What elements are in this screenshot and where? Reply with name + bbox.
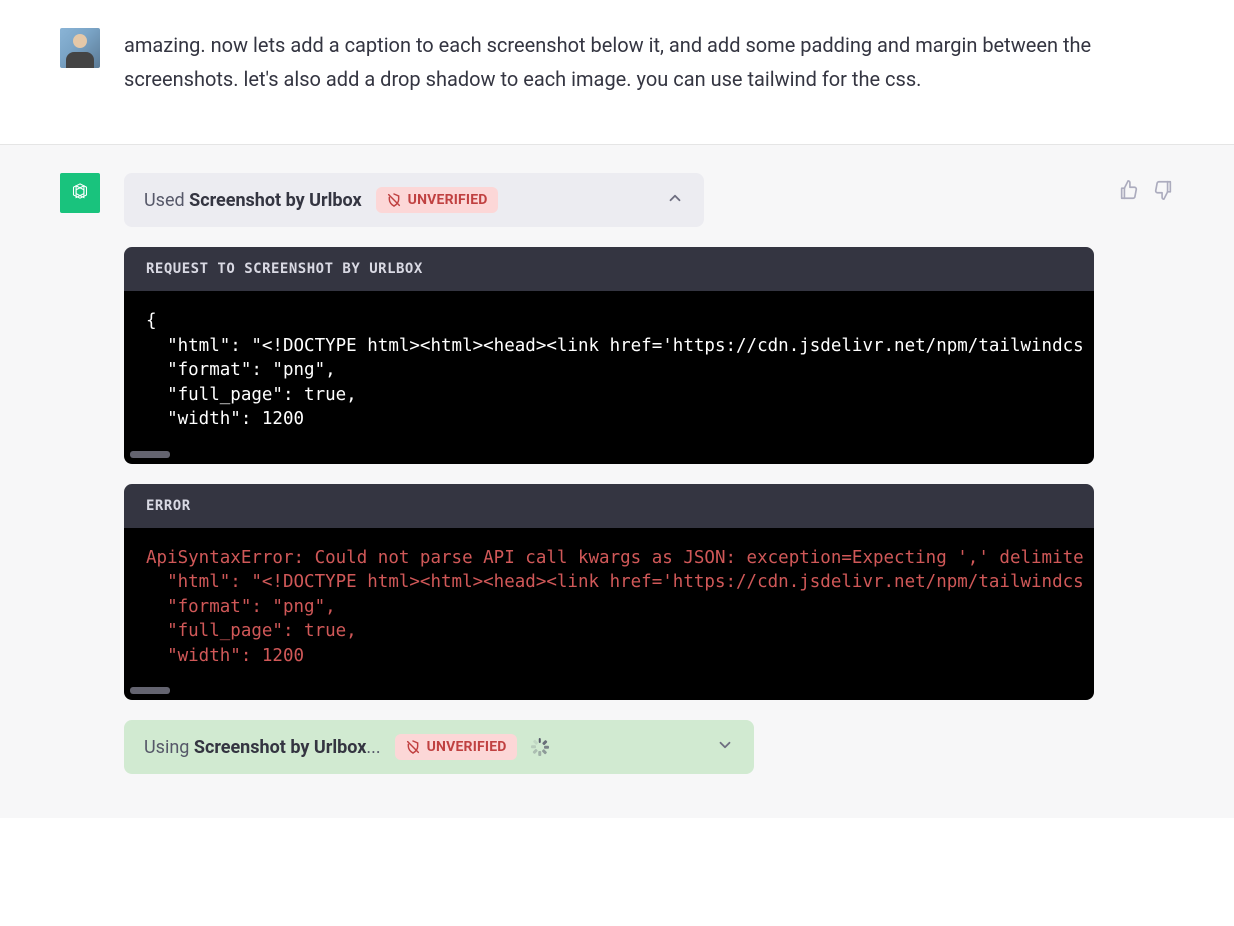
user-avatar [60, 28, 100, 68]
assistant-content: Used Screenshot by Urlbox UNVERIFIED REQ… [124, 173, 1094, 794]
openai-icon [67, 180, 93, 206]
plugin-used-prefix: Used [144, 190, 189, 211]
collapse-toggle[interactable] [666, 189, 684, 211]
plugin-using-prefix: Using [144, 737, 194, 758]
plugin-using-label: Using Screenshot by Urlbox... [144, 737, 381, 758]
feedback-buttons [1118, 173, 1174, 794]
chevron-up-icon [666, 189, 684, 207]
request-block: REQUEST TO SCREENSHOT BY URLBOX { "html"… [124, 247, 1094, 464]
expand-toggle[interactable] [716, 736, 734, 758]
assistant-avatar [60, 173, 100, 213]
thumbs-up-icon[interactable] [1118, 179, 1140, 201]
plugin-used-name: Screenshot by Urlbox [189, 190, 362, 211]
error-block: ERROR ApiSyntaxError: Could not parse AP… [124, 484, 1094, 701]
unverified-badge: UNVERIFIED [376, 187, 498, 213]
shield-off-icon [405, 739, 421, 755]
plugin-using-card[interactable]: Using Screenshot by Urlbox... UNVERIFIED [124, 720, 754, 774]
unverified-badge-text: UNVERIFIED [408, 192, 488, 208]
user-message-content: amazing. now lets add a caption to each … [124, 28, 1174, 96]
unverified-badge: UNVERIFIED [395, 734, 517, 760]
user-message-row: amazing. now lets add a caption to each … [0, 0, 1234, 145]
plugin-used-card[interactable]: Used Screenshot by Urlbox UNVERIFIED [124, 173, 704, 227]
plugin-using-suffix: ... [366, 737, 380, 758]
loading-spinner-icon [531, 738, 549, 756]
request-body[interactable]: { "html": "<!DOCTYPE html><html><head><l… [124, 291, 1094, 464]
plugin-using-name: Screenshot by Urlbox [194, 737, 367, 758]
chevron-down-icon [716, 736, 734, 754]
request-header: REQUEST TO SCREENSHOT BY URLBOX [124, 247, 1094, 291]
scrollbar-thumb[interactable] [130, 451, 170, 458]
error-header: ERROR [124, 484, 1094, 528]
thumbs-down-icon[interactable] [1152, 179, 1174, 201]
user-message-text: amazing. now lets add a caption to each … [124, 28, 1104, 96]
error-body[interactable]: ApiSyntaxError: Could not parse API call… [124, 528, 1094, 701]
plugin-used-label: Used Screenshot by Urlbox [144, 190, 362, 211]
unverified-badge-text: UNVERIFIED [427, 739, 507, 755]
scrollbar-thumb[interactable] [130, 687, 170, 694]
assistant-message-row: Used Screenshot by Urlbox UNVERIFIED REQ… [0, 145, 1234, 818]
shield-off-icon [386, 192, 402, 208]
